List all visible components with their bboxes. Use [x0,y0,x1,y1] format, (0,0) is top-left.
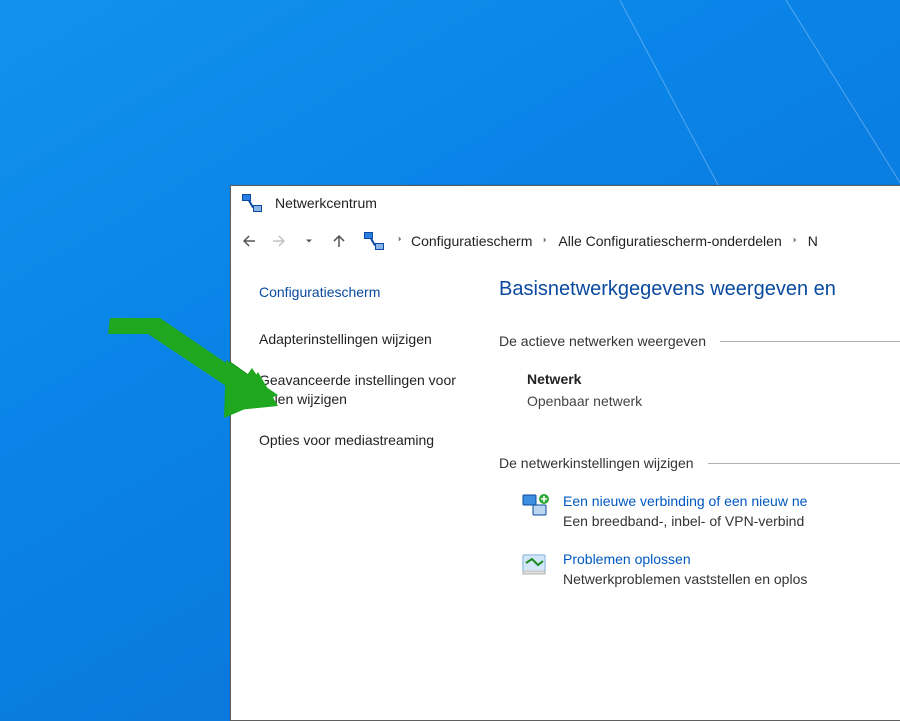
section-active-networks: De actieve netwerken weergeven [499,333,900,349]
breadcrumb-segment[interactable]: Alle Configuratiescherm-onderdelen [558,233,781,249]
task-link-new-connection[interactable]: Een nieuwe verbinding of een nieuw ne [563,493,807,509]
section-label: De netwerkinstellingen wijzigen [499,455,694,471]
active-network-block: Netwerk Openbaar netwerk [499,371,900,409]
sidebar-link-advanced-sharing[interactable]: Geavanceerde instellingen voor delen wij… [259,371,475,409]
sidebar-link-adapter-settings[interactable]: Adapterinstellingen wijzigen [259,330,475,349]
chevron-right-icon [395,232,405,250]
nav-back-button[interactable] [237,229,261,253]
task-desc: Een breedband-, inbel- of VPN-verbind [563,513,807,529]
nav-bar: Configuratiescherm Alle Configuratiesche… [231,220,900,262]
sidebar: Configuratiescherm Adapterinstellingen w… [231,262,499,720]
nav-recent-dropdown[interactable] [297,229,321,253]
sidebar-home-link[interactable]: Configuratiescherm [259,284,475,300]
window-title: Netwerkcentrum [275,195,377,211]
nav-up-button[interactable] [327,229,351,253]
section-change-settings: De netwerkinstellingen wijzigen [499,455,900,471]
network-name: Netwerk [527,371,900,387]
breadcrumb-segment[interactable]: Configuratiescherm [411,233,532,249]
task-link-troubleshoot[interactable]: Problemen oplossen [563,551,807,567]
task-desc: Netwerkproblemen vaststellen en oplos [563,571,807,587]
section-label: De actieve netwerken weergeven [499,333,706,349]
main-content: Basisnetwerkgegevens weergeven en De act… [499,262,900,720]
divider [720,341,900,342]
breadcrumb[interactable]: Configuratiescherm Alle Configuratiesche… [411,233,900,249]
nav-forward-button[interactable] [267,229,291,253]
breadcrumb-segment[interactable]: N [808,233,818,249]
chevron-right-icon [790,233,800,249]
task-row: Een nieuwe verbinding of een nieuw ne Ee… [499,493,900,529]
page-heading: Basisnetwerkgegevens weergeven en [499,278,900,301]
title-bar: Netwerkcentrum [231,186,900,220]
network-center-icon [241,192,263,214]
troubleshoot-icon [521,551,551,581]
new-connection-icon [521,493,551,523]
task-row: Problemen oplossen Netwerkproblemen vast… [499,551,900,587]
chevron-right-icon [540,233,550,249]
divider [708,463,900,464]
control-panel-window: Netwerkcentrum Configuratiescherm Alle C… [230,185,900,721]
sidebar-link-media-streaming[interactable]: Opties voor mediastreaming [259,431,475,450]
network-type: Openbaar netwerk [527,393,900,409]
breadcrumb-icon [363,230,385,252]
